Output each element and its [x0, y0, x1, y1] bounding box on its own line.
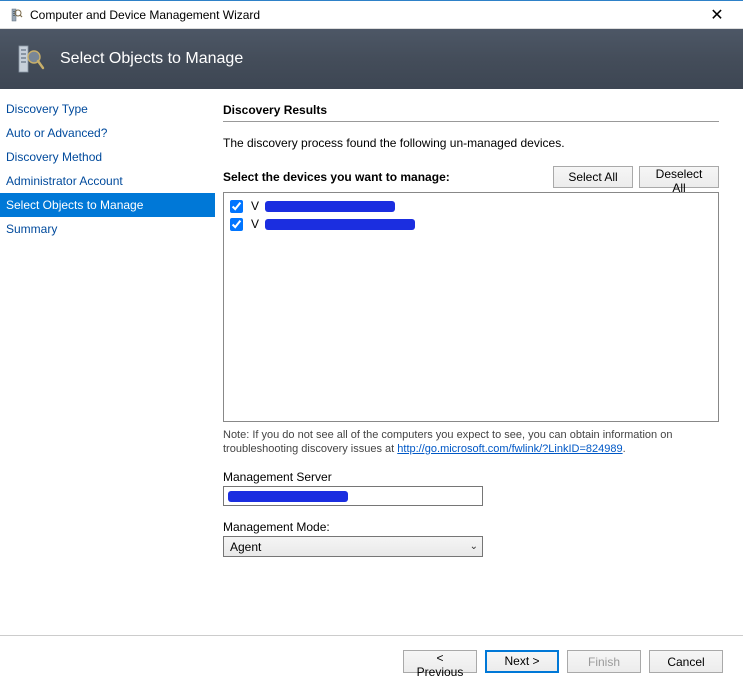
- app-icon: [8, 7, 24, 23]
- sidebar-item-auto-or-advanced[interactable]: Auto or Advanced?: [0, 121, 215, 145]
- wizard-header-icon: [14, 43, 46, 75]
- device-row[interactable]: V: [228, 197, 714, 215]
- wizard-sidebar: Discovery Type Auto or Advanced? Discove…: [0, 89, 215, 635]
- sidebar-item-discovery-type[interactable]: Discovery Type: [0, 97, 215, 121]
- management-mode-dropdown[interactable]: Agent ⌄: [223, 536, 483, 557]
- sidebar-item-discovery-method[interactable]: Discovery Method: [0, 145, 215, 169]
- redacted-text: [228, 491, 348, 502]
- devices-listbox[interactable]: V V: [223, 192, 719, 422]
- redacted-text: [265, 201, 395, 212]
- management-mode-value: Agent: [230, 540, 261, 554]
- window-title: Computer and Device Management Wizard: [30, 8, 695, 22]
- wizard-footer: < Previous Next > Finish Cancel: [0, 635, 743, 687]
- device-checkbox[interactable]: [230, 200, 243, 213]
- redacted-text: [265, 219, 415, 230]
- wizard-header: Select Objects to Manage: [0, 29, 743, 89]
- chevron-down-icon: ⌄: [470, 541, 478, 552]
- management-server-label: Management Server: [223, 470, 719, 484]
- next-button[interactable]: Next >: [485, 650, 559, 673]
- sidebar-item-summary[interactable]: Summary: [0, 217, 215, 241]
- sidebar-item-select-objects[interactable]: Select Objects to Manage: [0, 193, 215, 217]
- select-prompt: Select the devices you want to manage:: [223, 170, 450, 184]
- management-server-field[interactable]: [223, 486, 483, 506]
- device-row[interactable]: V: [228, 215, 714, 233]
- note-link[interactable]: http://go.microsoft.com/fwlink/?LinkID=8…: [397, 443, 622, 455]
- close-button[interactable]: ✕: [695, 2, 739, 28]
- previous-button[interactable]: < Previous: [403, 650, 477, 673]
- wizard-heading: Select Objects to Manage: [60, 50, 243, 68]
- finish-button[interactable]: Finish: [567, 650, 641, 673]
- section-title: Discovery Results: [223, 103, 719, 122]
- select-all-button[interactable]: Select All: [553, 166, 633, 188]
- title-bar: Computer and Device Management Wizard ✕: [0, 1, 743, 29]
- note-text: Note: If you do not see all of the compu…: [223, 428, 719, 456]
- intro-text: The discovery process found the followin…: [223, 136, 719, 150]
- deselect-all-button[interactable]: Deselect All: [639, 166, 719, 188]
- note-suffix: .: [623, 443, 626, 455]
- cancel-button[interactable]: Cancel: [649, 650, 723, 673]
- device-label: V: [251, 199, 259, 213]
- device-checkbox[interactable]: [230, 218, 243, 231]
- sidebar-item-administrator-account[interactable]: Administrator Account: [0, 169, 215, 193]
- management-mode-label: Management Mode:: [223, 520, 719, 534]
- wizard-main: Discovery Results The discovery process …: [215, 89, 743, 635]
- device-label: V: [251, 217, 259, 231]
